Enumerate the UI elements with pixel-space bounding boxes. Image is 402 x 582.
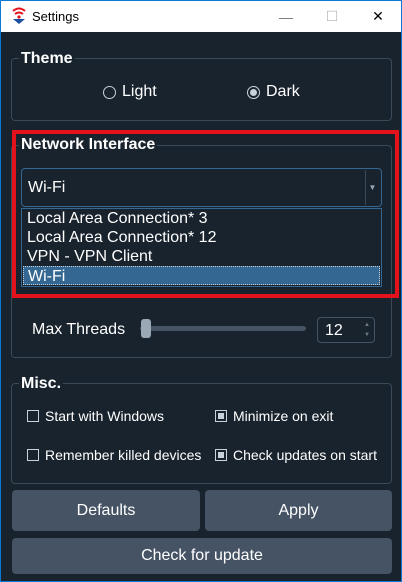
chevron-down-icon[interactable]: ▼ — [365, 170, 379, 205]
radio-light-indicator — [103, 85, 116, 99]
minimize-button[interactable]: — — [263, 1, 309, 32]
network-interface-dropdown: Local Area Connection* 3 Local Area Conn… — [21, 208, 382, 287]
checkbox-label: Check updates on start — [233, 447, 377, 463]
remember-killed-devices-checkbox[interactable]: Remember killed devices — [27, 447, 201, 463]
theme-dark-label: Dark — [266, 83, 300, 100]
dropdown-option[interactable]: VPN - VPN Client — [23, 247, 380, 266]
settings-window: Settings — ☐ ✕ Theme Light Dark Network … — [0, 0, 402, 582]
minimize-on-exit-checkbox[interactable]: Minimize on exit — [215, 408, 333, 424]
check-for-update-button[interactable]: Check for update — [12, 538, 392, 574]
max-threads-slider-track[interactable] — [140, 326, 306, 331]
max-threads-spinbox[interactable]: 12 ▲ ▼ — [317, 317, 375, 343]
misc-group — [11, 383, 392, 484]
checkbox-indicator — [215, 410, 227, 422]
max-threads-label: Max Threads — [32, 321, 126, 338]
spin-arrows-icon[interactable]: ▲ ▼ — [362, 320, 372, 340]
misc-group-title: Misc. — [19, 375, 64, 393]
check-updates-on-start-checkbox[interactable]: Check updates on start — [215, 447, 377, 463]
maximize-button[interactable]: ☐ — [309, 1, 355, 32]
theme-dark-radio[interactable]: Dark — [247, 83, 300, 101]
radio-dark-indicator — [247, 85, 260, 99]
close-button[interactable]: ✕ — [355, 1, 401, 32]
checkbox-label: Remember killed devices — [45, 447, 202, 463]
theme-light-radio[interactable]: Light — [103, 83, 157, 101]
window-title: Settings — [32, 9, 79, 24]
checkbox-label: Minimize on exit — [233, 408, 334, 424]
checkbox-label: Start with Windows — [45, 408, 165, 424]
title-bar[interactable]: Settings — ☐ ✕ — [1, 1, 401, 32]
theme-light-label: Light — [122, 83, 157, 100]
checkbox-indicator — [215, 449, 227, 461]
dropdown-option-selected[interactable]: Wi-Fi — [23, 266, 380, 285]
apply-button[interactable]: Apply — [205, 490, 392, 531]
start-with-windows-checkbox[interactable]: Start with Windows — [27, 408, 164, 424]
defaults-button[interactable]: Defaults — [12, 490, 200, 531]
checkbox-indicator — [27, 449, 39, 461]
checkbox-indicator — [27, 410, 39, 422]
network-group-title: Network Interface — [19, 136, 158, 154]
theme-group-title: Theme — [19, 50, 75, 68]
network-interface-combobox[interactable]: Wi-Fi ▼ — [21, 168, 382, 207]
dropdown-option[interactable]: Local Area Connection* 12 — [23, 228, 380, 247]
app-icon — [12, 7, 26, 24]
max-threads-slider-handle[interactable] — [141, 319, 151, 338]
dropdown-option[interactable]: Local Area Connection* 3 — [23, 209, 380, 228]
combobox-selected-value: Wi-Fi — [28, 179, 66, 196]
max-threads-value: 12 — [325, 322, 343, 339]
